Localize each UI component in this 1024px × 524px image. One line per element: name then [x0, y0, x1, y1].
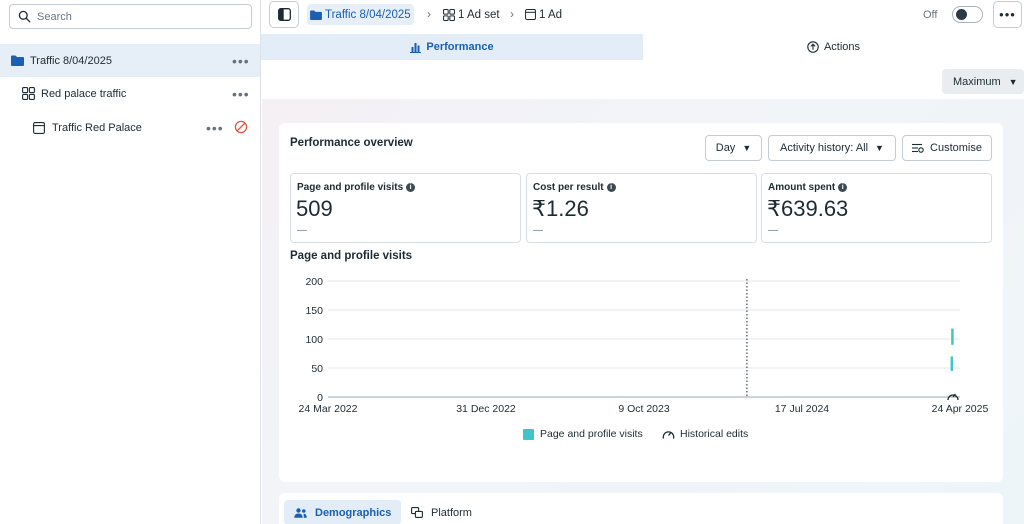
- x-tick-label: 17 Jul 2024: [775, 403, 829, 415]
- y-tick-label: 50: [311, 363, 323, 375]
- metric-delta: —: [297, 225, 307, 236]
- metric-delta: —: [768, 225, 778, 236]
- adset-name: Red palace traffic: [41, 87, 127, 100]
- folder-icon: [310, 9, 322, 20]
- customise-button[interactable]: Customise: [902, 135, 992, 161]
- chevron-down-icon: ▼: [875, 143, 884, 153]
- more-options-button[interactable]: •••: [993, 1, 1022, 28]
- customise-icon: [912, 143, 924, 153]
- metric-value: ₹1.26: [532, 196, 589, 221]
- breadcrumb-campaign-label: Traffic 8/04/2025: [325, 8, 411, 21]
- legend-label: Historical edits: [680, 428, 749, 440]
- grid-icon: [443, 8, 455, 21]
- tab-actions[interactable]: Actions: [643, 34, 1024, 60]
- prohibited-icon[interactable]: [234, 120, 248, 134]
- tree-item-adset[interactable]: Red palace traffic: [0, 77, 260, 110]
- adset-more-button[interactable]: •••: [232, 87, 250, 101]
- metric-label: Cost per result: [533, 182, 604, 193]
- performance-overview-title: Performance overview: [290, 137, 413, 149]
- sidebar-panel-icon: [277, 8, 291, 21]
- breadcrumb-campaign[interactable]: Traffic 8/04/2025: [307, 4, 414, 25]
- data-bar: [951, 328, 954, 345]
- metric-label: Amount spent: [768, 182, 836, 193]
- x-tick-label: 31 Dec 2022: [456, 403, 516, 415]
- ad-window-icon: [525, 9, 536, 20]
- data-bar: [950, 356, 954, 371]
- status-label: Off: [923, 9, 938, 21]
- sidebar: Traffic 8/04/2025 ••• Red palace traffic…: [0, 0, 261, 524]
- status-toggle[interactable]: [952, 6, 983, 23]
- legend-swatch: [523, 428, 534, 440]
- breadcrumb-separator: ›: [510, 7, 514, 21]
- campaign-name: Traffic 8/04/2025: [30, 54, 112, 67]
- date-range-select[interactable]: Maximum ▼: [942, 69, 1024, 94]
- tree-item-campaign[interactable]: Traffic 8/04/2025: [0, 44, 260, 77]
- ad-window-icon: [31, 120, 47, 136]
- tab-performance-label: Performance: [426, 41, 494, 53]
- breadcrumb-adset[interactable]: 1 Ad set: [443, 4, 500, 25]
- info-icon[interactable]: i: [606, 183, 616, 192]
- folder-icon: [9, 53, 25, 69]
- tab-performance[interactable]: Performance: [261, 34, 643, 60]
- people-icon: [294, 507, 307, 518]
- metric-card-visits[interactable]: Page and profile visits i 509 —: [290, 173, 521, 243]
- date-range-value: Maximum: [953, 75, 1001, 88]
- toggle-knob: [956, 9, 967, 20]
- top-bar: Traffic 8/04/2025 › 1 Ad set › 1 Ad Off …: [261, 0, 1024, 32]
- bar-chart-icon: [410, 42, 422, 53]
- breadcrumb-separator: ›: [427, 7, 431, 21]
- tab-demographics-label: Demographics: [315, 506, 392, 519]
- breadcrumb-ad[interactable]: 1 Ad: [525, 4, 562, 25]
- metric-card-spent[interactable]: Amount spent i ₹639.63 —: [761, 173, 992, 243]
- breadcrumb-ad-label: 1 Ad: [539, 8, 563, 21]
- campaign-more-button[interactable]: •••: [232, 54, 250, 68]
- day-select-value: Day: [715, 142, 736, 154]
- search-icon: [18, 10, 31, 23]
- toggle-sidebar-button[interactable]: [269, 1, 299, 28]
- ad-more-button[interactable]: •••: [206, 121, 224, 135]
- tab-platform[interactable]: Platform: [401, 500, 482, 524]
- metric-value: 509: [296, 196, 333, 221]
- day-select[interactable]: Day ▼: [705, 135, 762, 161]
- y-tick-label: 100: [305, 334, 323, 346]
- search-input[interactable]: [37, 10, 237, 23]
- ad-name: Traffic Red Palace: [52, 121, 142, 134]
- view-tabs: Performance Actions: [261, 34, 1024, 60]
- chevron-down-icon: ▼: [742, 143, 752, 153]
- chevron-down-icon: ▼: [1008, 76, 1018, 87]
- activity-history-value: Activity history: All: [780, 142, 869, 154]
- historical-edit-marker: [947, 393, 959, 401]
- gauge-icon: [662, 430, 675, 439]
- tab-platform-label: Platform: [431, 506, 472, 519]
- platform-icon: [411, 507, 423, 518]
- tab-demographics[interactable]: Demographics: [284, 500, 402, 524]
- grid-icon: [20, 86, 36, 102]
- info-icon[interactable]: i: [406, 183, 416, 192]
- arrow-up-circle-icon: [807, 41, 819, 53]
- x-tick-label: 9 Oct 2023: [618, 403, 670, 415]
- y-tick-label: 200: [305, 276, 323, 288]
- activity-history-select[interactable]: Activity history: All ▼: [768, 135, 896, 161]
- customise-label: Customise: [930, 142, 982, 154]
- chart-title: Page and profile visits: [290, 250, 413, 262]
- x-tick-label: 24 Mar 2022: [299, 403, 358, 415]
- visits-chart: 20015010050024 Mar 2022 31 Dec 2022 9 Oct …: [299, 276, 989, 415]
- x-tick-label: 24 Apr 2025: [932, 403, 989, 415]
- search-box[interactable]: [9, 4, 252, 29]
- metric-value: ₹639.63: [767, 196, 849, 221]
- metric-label: Page and profile visits: [297, 182, 404, 193]
- metric-delta: —: [533, 225, 543, 236]
- metric-card-cost[interactable]: Cost per result i ₹1.26 —: [526, 173, 757, 243]
- legend-label: Page and profile visits: [540, 428, 643, 440]
- y-tick-label: 150: [305, 305, 323, 317]
- breadcrumb-adset-label: 1 Ad set: [458, 8, 500, 21]
- legend-item-edits[interactable]: Historical edits: [662, 428, 748, 440]
- info-icon[interactable]: i: [838, 183, 848, 192]
- tab-actions-label: Actions: [823, 41, 861, 53]
- legend-item-visits[interactable]: Page and profile visits: [523, 428, 643, 440]
